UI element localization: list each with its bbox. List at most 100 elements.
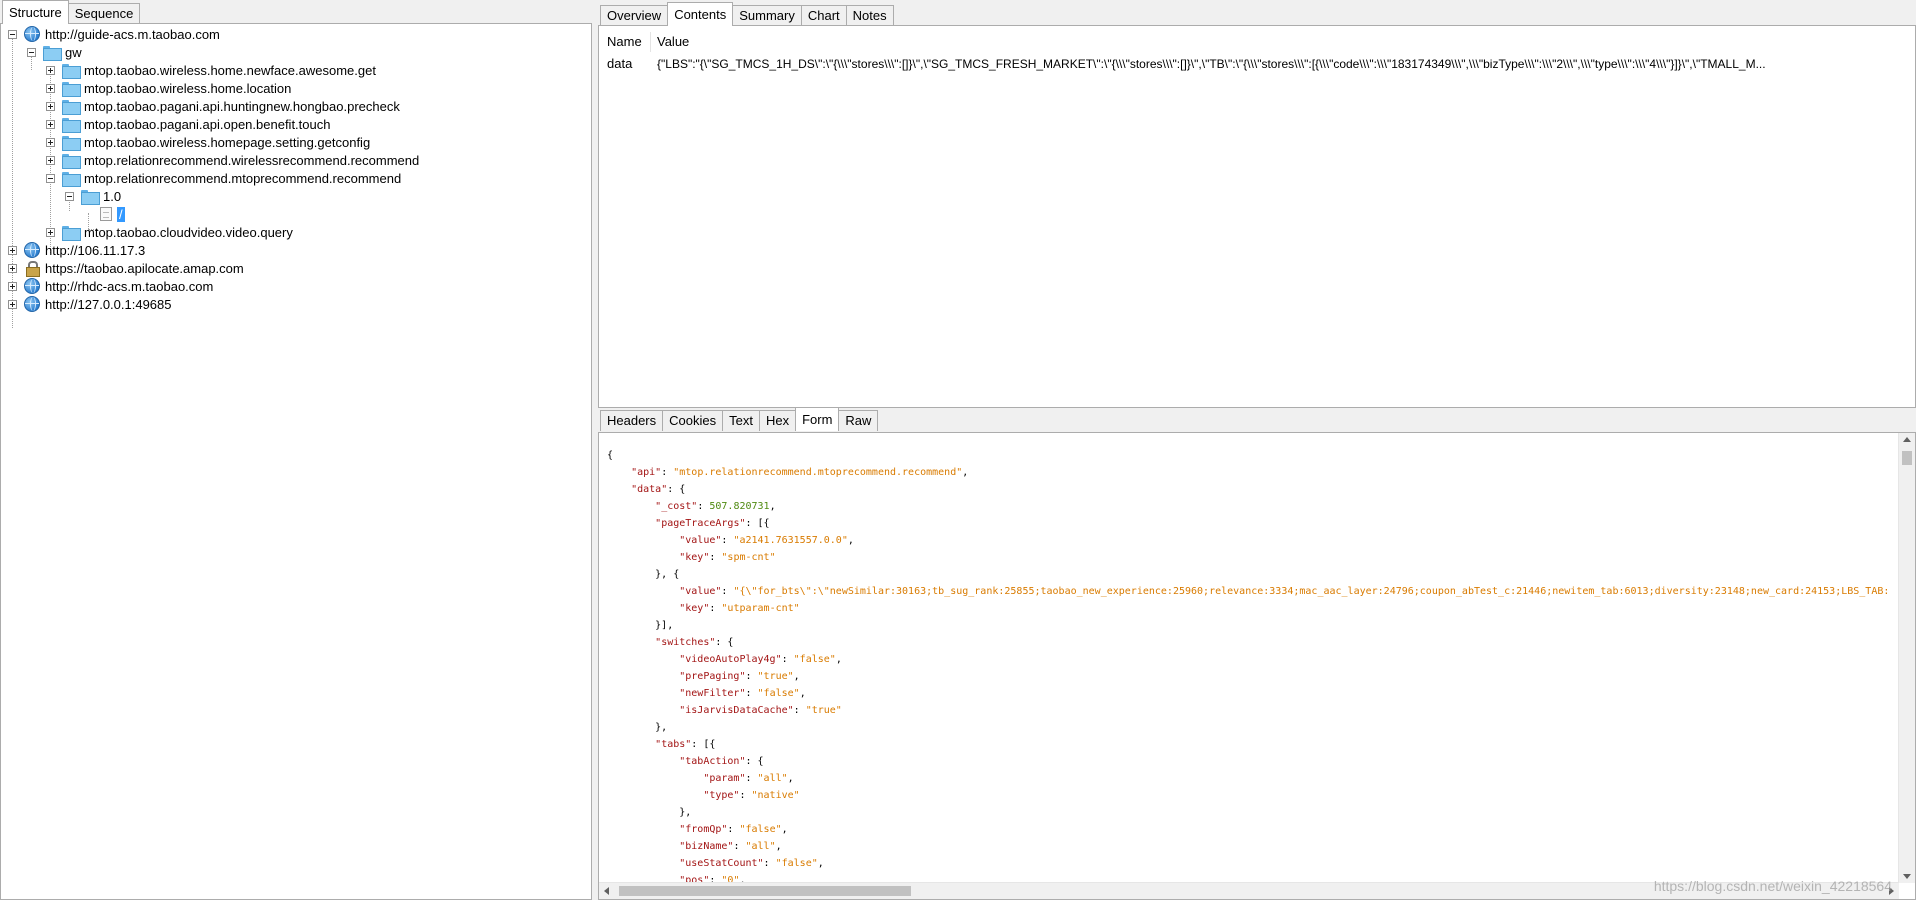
folder-icon [62, 81, 81, 97]
json-punct [607, 688, 679, 699]
json-key: "type" [703, 790, 740, 801]
table-row[interactable]: data {"LBS":"{\"SG_TMCS_1H_DS\":\"{\\\"s… [601, 54, 1906, 74]
scroll-down-icon[interactable] [1903, 874, 1911, 879]
expand-icon[interactable] [46, 65, 55, 75]
scroll-left-icon[interactable] [604, 887, 609, 895]
code-line: "param": "all", [607, 770, 1887, 787]
tree-node-label: http://guide-acs.m.taobao.com [45, 26, 220, 42]
expand-icon[interactable] [46, 137, 55, 147]
tree-node-api[interactable]: mtop.taobao.wireless.home.newface.awesom… [46, 61, 376, 79]
tree-node-api[interactable]: mtop.taobao.cloudvideo.video.query [46, 223, 293, 241]
json-punct [607, 671, 679, 682]
tree-node-host[interactable]: http://rhdc-acs.m.taobao.com [8, 277, 213, 295]
tree-node-api[interactable]: mtop.taobao.pagani.api.open.benefit.touc… [46, 115, 330, 133]
json-punct: : [745, 688, 758, 699]
request-params-grid: Name Value data {"LBS":"{\"SG_TMCS_1H_DS… [598, 25, 1916, 408]
expand-icon[interactable] [8, 263, 17, 273]
collapse-icon[interactable] [65, 191, 74, 201]
json-key: "data" [631, 484, 668, 495]
column-header-name[interactable]: Name [601, 32, 651, 52]
tab-chart[interactable]: Chart [800, 5, 847, 26]
tree-node-api[interactable]: mtop.taobao.wireless.homepage.setting.ge… [46, 133, 370, 151]
tab-contents[interactable]: Contents [667, 2, 734, 26]
left-tabstrip: Structure Sequence [0, 0, 141, 24]
code-line: { [607, 447, 1887, 464]
collapse-icon[interactable] [27, 47, 36, 57]
tab-text[interactable]: Text [722, 410, 760, 431]
json-punct [607, 654, 679, 665]
folder-icon [62, 117, 81, 133]
json-key: "useStatCount" [679, 858, 764, 869]
json-key: "api" [631, 467, 662, 478]
tree-node-label: mtop.taobao.wireless.home.newface.awesom… [84, 62, 376, 78]
tab-headers[interactable]: Headers [600, 410, 664, 431]
code-line: "api": "mtop.relationrecommend.mtoprecom… [607, 464, 1887, 481]
tree-node-host[interactable]: http://127.0.0.1:49685 [8, 295, 172, 313]
collapse-icon[interactable] [8, 29, 17, 39]
tree-node-api[interactable]: mtop.relationrecommend.wirelessrecommend… [46, 151, 419, 169]
tab-hex[interactable]: Hex [758, 410, 797, 431]
expand-icon[interactable] [46, 119, 55, 129]
tree-node-api-expanded[interactable]: mtop.relationrecommend.mtoprecommend.rec… [46, 169, 401, 187]
json-punct [607, 552, 679, 563]
globe-icon [24, 296, 40, 312]
tab-sequence[interactable]: Sequence [67, 3, 141, 24]
json-punct: , [793, 671, 800, 682]
json-string: "false" [757, 688, 800, 699]
code-line: "value": "a2141.7631557.0.0", [607, 532, 1887, 549]
code-line: "videoAutoPlay4g": "false", [607, 651, 1887, 668]
scroll-thumb[interactable] [1902, 451, 1912, 465]
structure-tree[interactable]: http://guide-acs.m.taobao.com gw mtop.ta… [0, 23, 592, 900]
tree-node-version[interactable]: 1.0 [65, 187, 121, 205]
globe-icon [24, 26, 40, 42]
tree-node-api[interactable]: mtop.taobao.pagani.api.huntingnew.hongba… [46, 97, 400, 115]
expand-icon[interactable] [46, 227, 55, 237]
scroll-up-icon[interactable] [1903, 437, 1911, 442]
json-key: "tabAction" [679, 756, 746, 767]
tab-summary[interactable]: Summary [732, 5, 802, 26]
code-line: }, { [607, 566, 1887, 583]
tab-notes[interactable]: Notes [845, 5, 894, 26]
json-punct [607, 603, 679, 614]
code-line: "prePaging": "true", [607, 668, 1887, 685]
code-line: "tabAction": { [607, 753, 1887, 770]
expand-icon[interactable] [46, 83, 55, 93]
expand-icon[interactable] [8, 245, 17, 255]
detail-tabstrip: Overview Contents Summary Chart Notes [598, 0, 894, 26]
json-viewer[interactable]: { "api": "mtop.relationrecommend.mtoprec… [598, 432, 1916, 900]
expand-icon[interactable] [46, 101, 55, 111]
code-line: "useStatCount": "false", [607, 855, 1887, 872]
code-line: "value": "{\"for_bts\":\"newSimilar:3016… [607, 583, 1887, 600]
json-punct: , [962, 467, 969, 478]
json-key: "fromQp" [679, 824, 728, 835]
tab-cookies[interactable]: Cookies [662, 410, 724, 431]
tab-overview[interactable]: Overview [600, 5, 669, 26]
json-punct: }], [607, 620, 674, 631]
expand-icon[interactable] [46, 155, 55, 165]
structure-pane: Structure Sequence http://guide-acs.m.ta… [0, 0, 592, 900]
tree-node-label: 1.0 [103, 188, 122, 204]
tab-form[interactable]: Form [795, 407, 840, 431]
expand-icon[interactable] [8, 299, 17, 309]
tree-node-host[interactable]: http://guide-acs.m.taobao.com [8, 25, 220, 43]
scroll-thumb[interactable] [619, 886, 911, 896]
collapse-icon[interactable] [46, 173, 55, 183]
tab-structure[interactable]: Structure [2, 0, 69, 24]
folder-icon [62, 153, 81, 169]
tree-node-api[interactable]: mtop.taobao.wireless.home.location [46, 79, 291, 97]
json-punct [607, 501, 655, 512]
tab-raw[interactable]: Raw [838, 410, 879, 431]
json-punct: : [{ [745, 518, 770, 529]
tree-node-request[interactable]: / [100, 205, 125, 223]
code-line: "switches": { [607, 634, 1887, 651]
tree-node-host[interactable]: https://taobao.apilocate.amap.com [8, 259, 244, 277]
folder-icon [62, 135, 81, 151]
vertical-scrollbar[interactable] [1898, 433, 1915, 883]
tree-node-label: mtop.taobao.pagani.api.open.benefit.touc… [84, 116, 331, 132]
code-line: "fromQp": "false", [607, 821, 1887, 838]
tree-node-host[interactable]: http://106.11.17.3 [8, 241, 145, 259]
expand-icon[interactable] [8, 281, 17, 291]
tree-node-gw[interactable]: gw [27, 43, 82, 61]
column-header-value[interactable]: Value [651, 32, 851, 52]
code-line: "data": { [607, 481, 1887, 498]
